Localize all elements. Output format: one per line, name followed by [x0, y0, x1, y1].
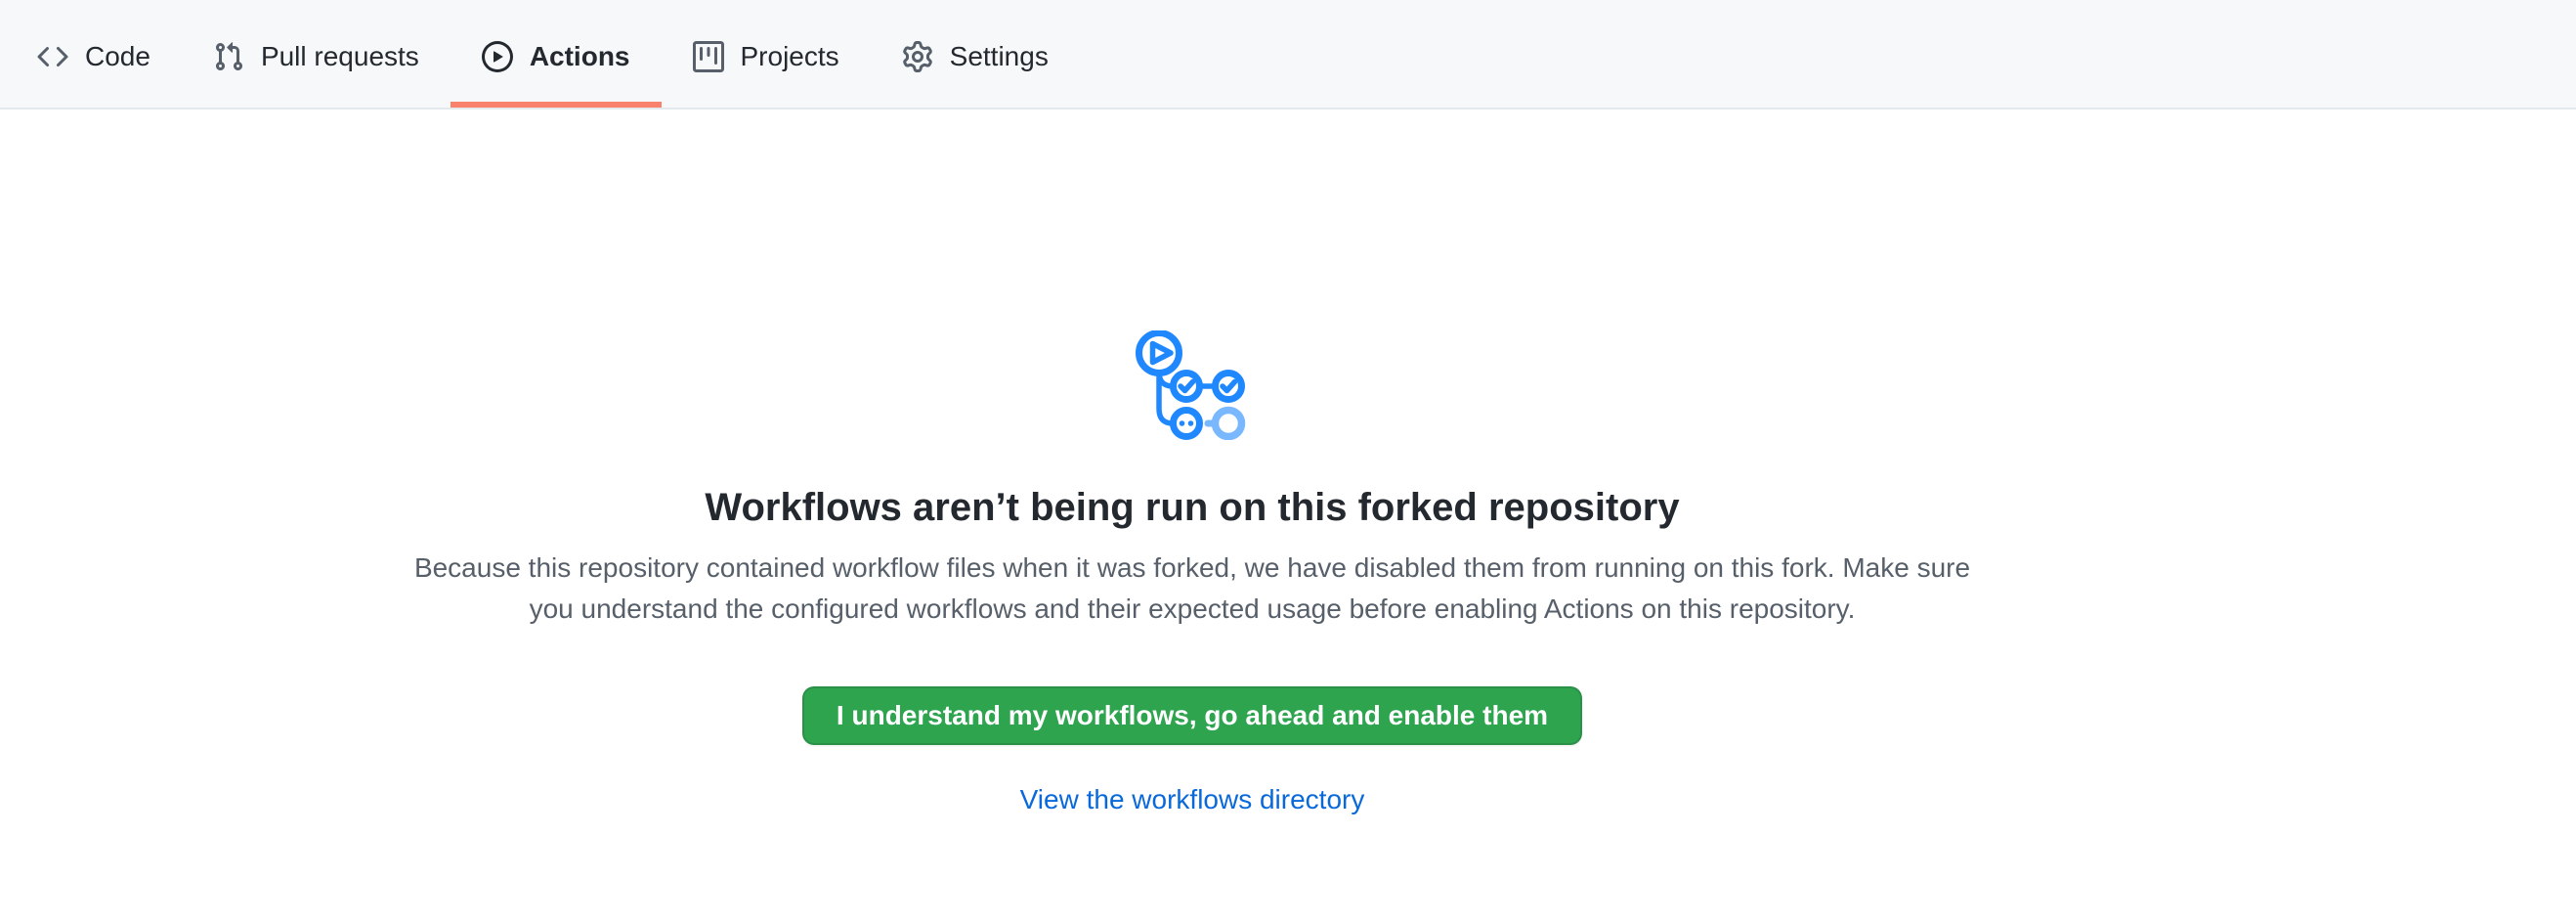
workflow-graph-icon: [1136, 330, 1249, 440]
repo-nav: Code Pull requests Actions Projects Sett…: [0, 0, 2576, 110]
code-icon: [37, 41, 68, 72]
git-pull-request-icon: [213, 41, 244, 72]
workflows-directory-link[interactable]: View the workflows directory: [1020, 784, 1365, 815]
tab-actions[interactable]: Actions: [451, 12, 662, 108]
tab-pull-requests-label: Pull requests: [261, 43, 419, 70]
tab-projects-label: Projects: [741, 43, 839, 70]
tab-actions-label: Actions: [530, 43, 630, 70]
play-icon: [482, 41, 513, 72]
gear-icon: [902, 41, 933, 72]
actions-empty-state: Workflows aren’t being run on this forke…: [0, 110, 2384, 815]
project-icon: [693, 41, 724, 72]
enable-workflows-button[interactable]: I understand my workflows, go ahead and …: [802, 686, 1582, 745]
empty-state-description: Because this repository contained workfl…: [391, 548, 1994, 630]
tab-code[interactable]: Code: [6, 12, 182, 108]
tab-settings-label: Settings: [950, 43, 1049, 70]
tab-code-label: Code: [85, 43, 150, 70]
empty-state-title: Workflows aren’t being run on this forke…: [705, 483, 1679, 532]
tab-projects[interactable]: Projects: [662, 12, 871, 108]
tab-settings[interactable]: Settings: [871, 12, 1080, 108]
tab-pull-requests[interactable]: Pull requests: [182, 12, 451, 108]
